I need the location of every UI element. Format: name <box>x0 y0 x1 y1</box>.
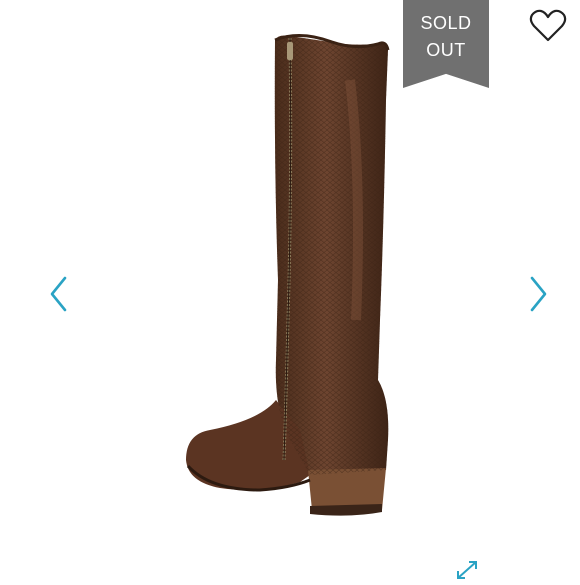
expand-icon <box>457 561 477 579</box>
next-image-button[interactable] <box>524 272 552 316</box>
chevron-left-icon <box>50 276 67 312</box>
sold-out-badge: SOLD OUT <box>403 0 489 88</box>
sold-out-badge-line-1: SOLD <box>420 13 472 33</box>
favorite-button[interactable] <box>528 8 568 44</box>
sold-out-badge-line-2: OUT <box>426 40 466 60</box>
product-image-viewer: SOLD OUT <box>0 0 580 580</box>
heart-icon <box>529 9 567 42</box>
product-photo <box>186 34 390 516</box>
previous-image-button[interactable] <box>45 272 73 316</box>
expand-image-button[interactable] <box>452 558 482 580</box>
chevron-right-icon <box>530 276 547 312</box>
